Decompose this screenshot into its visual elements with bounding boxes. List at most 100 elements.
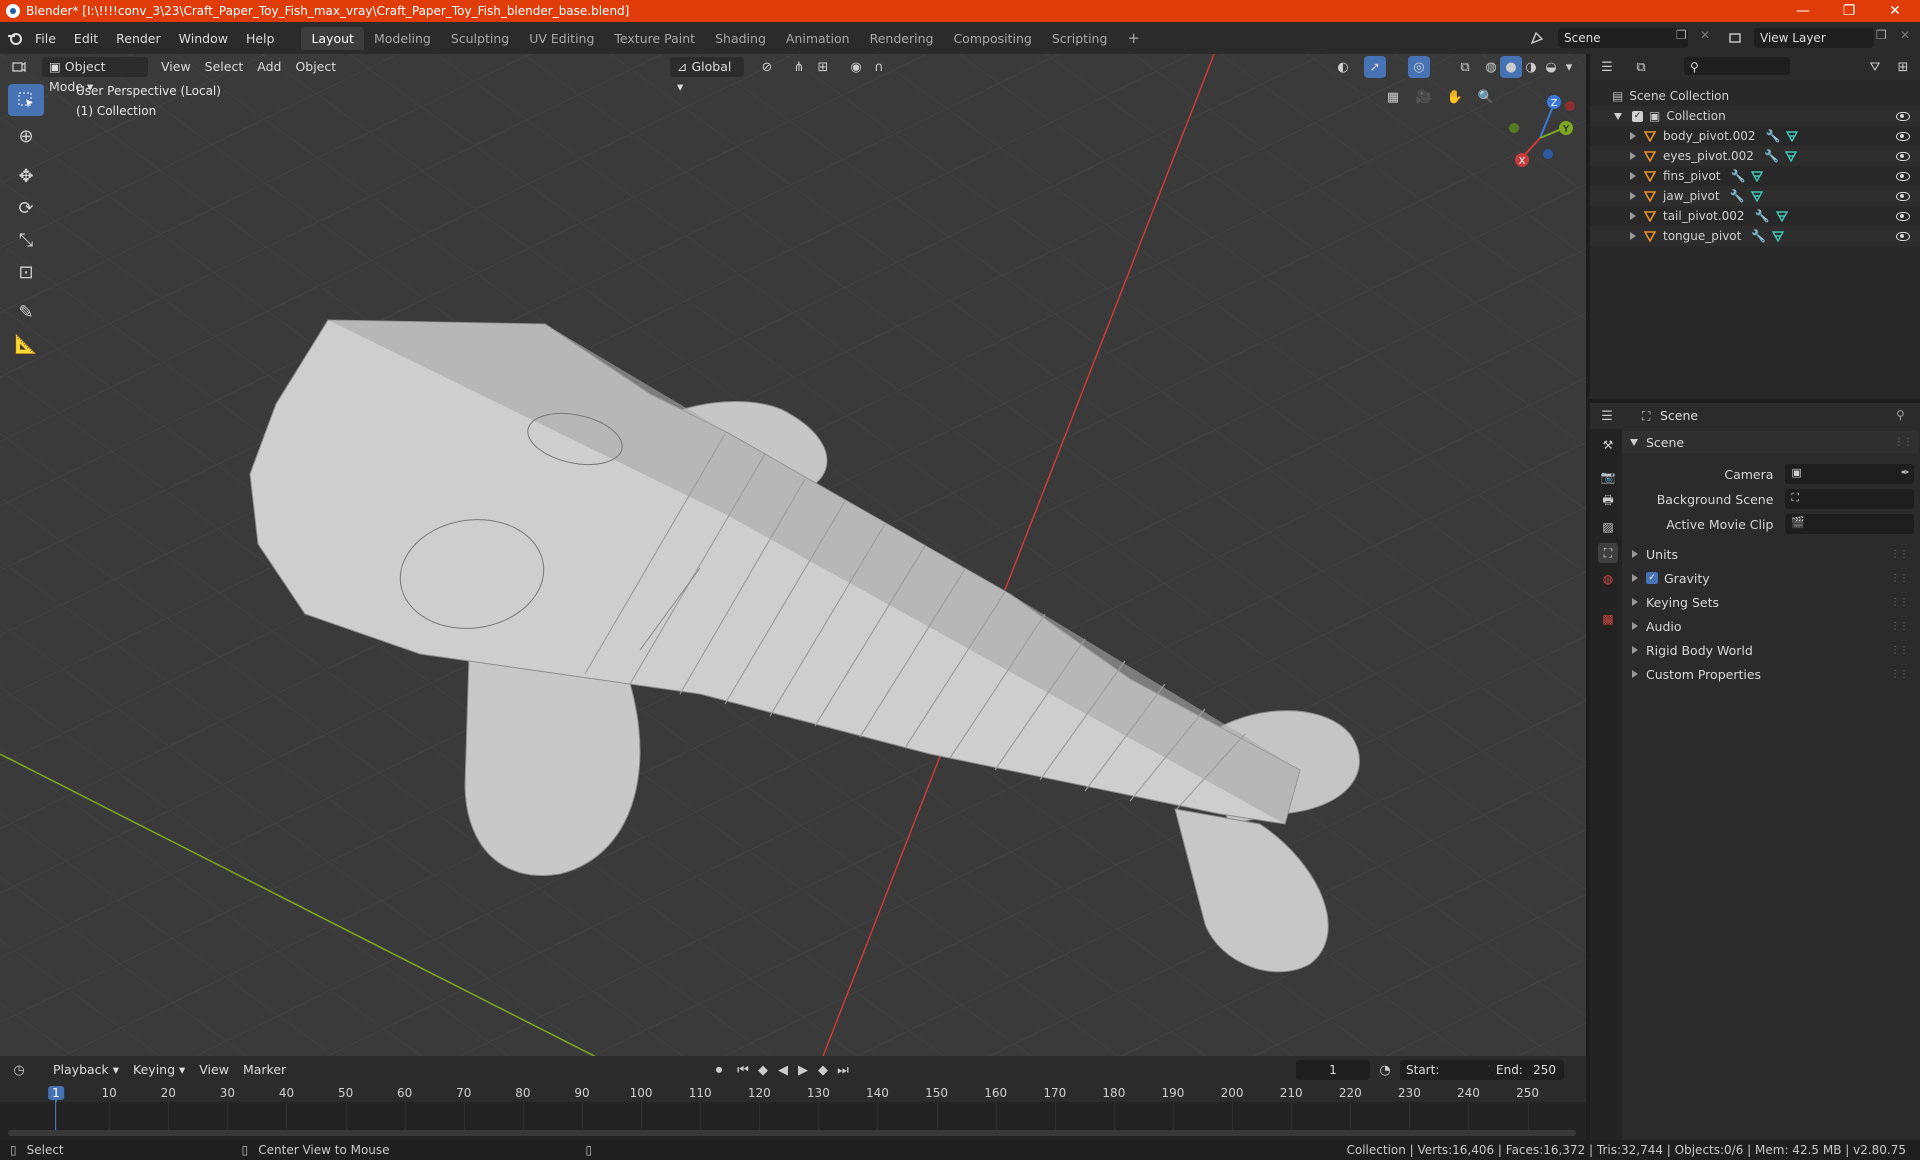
overlay-toggle-icon[interactable]: ◎ <box>1408 56 1430 78</box>
visibility-icon[interactable]: ◐ <box>1332 56 1354 78</box>
eye-icon[interactable] <box>1896 231 1910 241</box>
mesh-data-icon[interactable] <box>1750 190 1763 202</box>
gravity-checkbox[interactable]: ✓ <box>1646 572 1658 584</box>
outliner-row-object[interactable]: eyes_pivot.002 🔧 <box>1590 146 1920 166</box>
toggle-view-grid-icon[interactable]: ▦ <box>1382 86 1404 108</box>
tab-animation[interactable]: Animation <box>776 27 860 50</box>
property-field[interactable]: ⛶ <box>1785 489 1914 509</box>
outliner-row-object[interactable]: tail_pivot.002 🔧 <box>1590 206 1920 226</box>
expand-arrow-icon[interactable] <box>1630 232 1636 240</box>
shading-options-icon[interactable]: ▾ <box>1558 56 1580 78</box>
next-keyframe-icon[interactable]: ◆ <box>812 1059 834 1081</box>
tool-tab-icon[interactable]: ⚒ <box>1598 435 1618 455</box>
outliner-row-object[interactable]: jaw_pivot 🔧 <box>1590 186 1920 206</box>
menu-render[interactable]: Render <box>107 31 170 46</box>
expand-arrow-icon[interactable] <box>1630 152 1636 160</box>
tab-uv-editing[interactable]: UV Editing <box>519 27 604 50</box>
timeline-menu-playback[interactable]: Playback ▾ <box>46 1060 126 1080</box>
play-reverse-icon[interactable]: ◀ <box>772 1059 794 1081</box>
output-tab-icon[interactable]: 🖶 <box>1598 491 1618 511</box>
pin-icon[interactable]: ⚲ <box>1896 408 1905 422</box>
eye-icon[interactable] <box>1896 211 1910 221</box>
display-mode-icon[interactable]: ⧉ <box>1630 56 1652 78</box>
view-layer-tab-icon[interactable]: ▨ <box>1598 517 1618 537</box>
outliner-row-scene-collection[interactable]: ▤ Scene Collection <box>1590 86 1920 106</box>
tab-sculpting[interactable]: Sculpting <box>441 27 519 50</box>
outliner-row-collection[interactable]: ✓ ▣ Collection <box>1590 106 1920 126</box>
modifier-wrench-icon[interactable]: 🔧 <box>1766 129 1781 143</box>
minimize-button[interactable]: — <box>1780 0 1826 22</box>
annotate-tool[interactable]: ✎ <box>8 296 44 328</box>
editor-type-icon[interactable] <box>8 56 30 78</box>
camera-view-icon[interactable]: 🎥 <box>1413 86 1435 108</box>
drag-handle-icon[interactable]: ⋮⋮ <box>1890 573 1909 584</box>
modifier-wrench-icon[interactable]: 🔧 <box>1730 189 1745 203</box>
modifier-wrench-icon[interactable]: 🔧 <box>1751 229 1766 243</box>
jump-end-icon[interactable]: ⏭ <box>832 1059 854 1081</box>
view-layer-browse-icon[interactable] <box>1724 27 1746 49</box>
drag-handle-icon[interactable]: ⋮⋮ <box>1890 669 1909 680</box>
falloff-icon[interactable]: ∩ <box>868 56 890 78</box>
scene-field[interactable]: Scene <box>1558 28 1688 48</box>
wireframe-shading-icon[interactable]: ◍ <box>1480 56 1502 78</box>
timeline-ruler[interactable]: 1 10 20 30 40 50 60 70 80 90 100 110 120 130 140 150 160… <box>0 1084 1586 1102</box>
pivot-point-icon[interactable]: ⊘ <box>756 56 778 78</box>
start-frame-field[interactable]: Start: 1 <box>1400 1060 1504 1080</box>
move-tool[interactable]: ✥ <box>8 160 44 192</box>
snap-target-icon[interactable]: ⊞ <box>812 56 834 78</box>
navigation-gizmo[interactable]: Z Y X <box>1500 88 1580 178</box>
viewport-menu-object[interactable]: Object <box>288 57 343 77</box>
timeline-editor-type-icon[interactable]: ◷ <box>8 1059 30 1081</box>
modifier-wrench-icon[interactable]: 🔧 <box>1731 169 1746 183</box>
play-icon[interactable]: ▶ <box>792 1059 814 1081</box>
eye-icon[interactable] <box>1896 171 1910 181</box>
drag-handle-icon[interactable]: ⋮⋮ <box>1894 437 1913 448</box>
subpanel-header[interactable]: Rigid Body World ⋮⋮ <box>1624 639 1914 661</box>
collapse-arrow-icon[interactable] <box>1614 112 1622 120</box>
viewport-menu-select[interactable]: Select <box>198 57 251 77</box>
drag-handle-icon[interactable]: ⋮⋮ <box>1890 645 1909 656</box>
render-tab-icon[interactable]: 📷 <box>1598 467 1618 487</box>
rotate-tool[interactable]: ⟳ <box>8 192 44 224</box>
menu-file[interactable]: File <box>26 31 65 46</box>
tab-texture-paint[interactable]: Texture Paint <box>604 27 705 50</box>
new-scene-icon[interactable]: ❐ <box>1676 28 1687 42</box>
drag-handle-icon[interactable]: ⋮⋮ <box>1890 549 1909 560</box>
viewport-menu-view[interactable]: View <box>154 57 198 77</box>
drag-handle-icon[interactable]: ⋮⋮ <box>1890 597 1909 608</box>
expand-arrow-icon[interactable] <box>1630 132 1636 140</box>
mesh-data-icon[interactable] <box>1786 130 1799 142</box>
tab-modeling[interactable]: Modeling <box>364 27 441 50</box>
restore-button[interactable]: ❐ <box>1826 0 1872 22</box>
snap-icon[interactable]: ⋔ <box>788 56 810 78</box>
viewport-menu-add[interactable]: Add <box>250 57 288 77</box>
property-field[interactable]: ▣ ✒ <box>1785 464 1914 484</box>
zoom-view-icon[interactable]: 🔍 <box>1475 86 1497 108</box>
subpanel-header[interactable]: Audio ⋮⋮ <box>1624 615 1914 637</box>
timeline-menu-keying[interactable]: Keying ▾ <box>126 1060 192 1080</box>
pan-view-icon[interactable]: ✋ <box>1444 86 1466 108</box>
scene-panel-header[interactable]: Scene ⋮⋮ <box>1622 431 1918 453</box>
xray-toggle-icon[interactable]: ⧉ <box>1454 56 1476 78</box>
subpanel-header[interactable]: Units ⋮⋮ <box>1624 543 1914 565</box>
eye-icon[interactable] <box>1896 191 1910 201</box>
outliner-row-object[interactable]: fins_pivot 🔧 <box>1590 166 1920 186</box>
tab-scripting[interactable]: Scripting <box>1042 27 1118 50</box>
outliner-search-input[interactable]: ⚲ <box>1684 57 1790 75</box>
tab-shading[interactable]: Shading <box>705 27 776 50</box>
record-icon[interactable]: ⏺ <box>708 1059 730 1081</box>
tab-compositing[interactable]: Compositing <box>943 27 1041 50</box>
mesh-data-icon[interactable] <box>1775 210 1788 222</box>
blender-menu-icon[interactable] <box>4 27 26 49</box>
view-layer-field[interactable]: View Layer <box>1754 28 1874 48</box>
scale-tool[interactable]: ⤡ <box>8 224 44 256</box>
subpanel-header[interactable]: ✓ Gravity ⋮⋮ <box>1624 567 1914 589</box>
subpanel-header[interactable]: Custom Properties ⋮⋮ <box>1624 663 1914 685</box>
current-frame-field[interactable]: 1 <box>1296 1060 1370 1080</box>
scene-tab-icon[interactable]: ⛶ <box>1598 543 1618 563</box>
properties-editor-type-icon[interactable]: ☰ <box>1596 405 1618 427</box>
property-field[interactable]: 🎬 <box>1785 514 1914 534</box>
modifier-wrench-icon[interactable]: 🔧 <box>1764 149 1779 163</box>
proportional-edit-icon[interactable]: ◉ <box>845 56 867 78</box>
eyedropper-icon[interactable]: ✒ <box>1901 466 1910 479</box>
